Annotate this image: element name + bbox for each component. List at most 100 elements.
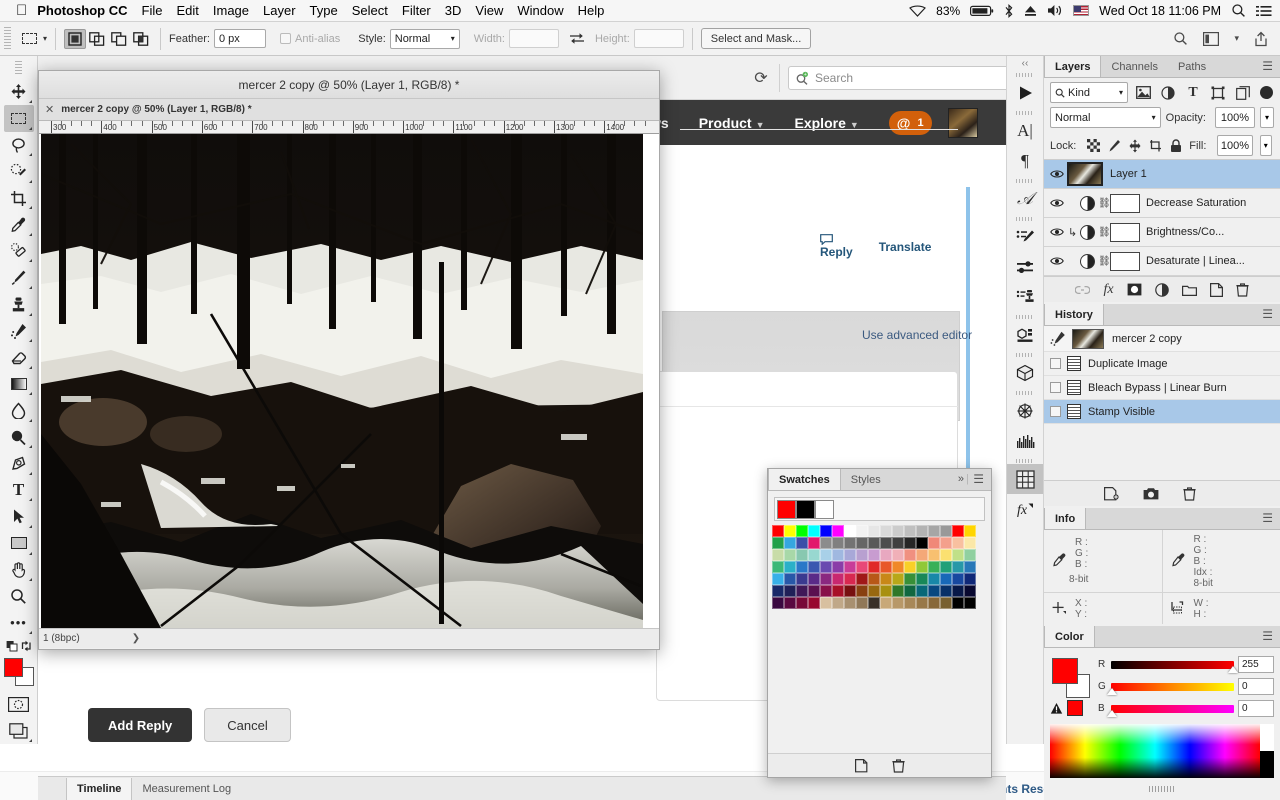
menu-window[interactable]: Window xyxy=(517,3,563,18)
tab-info[interactable]: Info xyxy=(1044,508,1087,529)
lasso-tool[interactable] xyxy=(4,132,34,159)
color-swatch[interactable] xyxy=(808,525,820,537)
eye-icon[interactable] xyxy=(1050,169,1068,179)
styles-panel-icon[interactable]: fx xyxy=(1007,494,1043,524)
height-input[interactable] xyxy=(633,29,684,48)
options-bar-grip[interactable] xyxy=(4,26,11,51)
spotlight-search-icon[interactable] xyxy=(1231,3,1246,18)
panel-menu-icon[interactable]: ☰ xyxy=(1262,630,1273,642)
new-layer-icon[interactable] xyxy=(1209,282,1223,297)
tab-styles[interactable]: Styles xyxy=(841,469,891,490)
out-of-gamut-icon[interactable] xyxy=(1050,702,1063,715)
color-swatch[interactable] xyxy=(892,537,904,549)
color-swatch[interactable] xyxy=(844,573,856,585)
move-tool[interactable] xyxy=(4,79,34,106)
color-swatch[interactable] xyxy=(928,585,940,597)
blur-tool[interactable] xyxy=(4,397,34,424)
color-swatch[interactable] xyxy=(952,561,964,573)
color-swatch[interactable] xyxy=(832,525,844,537)
layer-name[interactable]: Desaturate | Linea... xyxy=(1146,255,1245,267)
color-swatch[interactable] xyxy=(916,573,928,585)
channel-slider-b[interactable] xyxy=(1111,704,1234,713)
filter-toggle-icon[interactable] xyxy=(1260,86,1273,99)
clone-source-icon[interactable] xyxy=(1007,282,1043,312)
eject-icon[interactable] xyxy=(1024,5,1037,17)
feather-input[interactable]: 0 px xyxy=(213,29,266,48)
color-swatch[interactable] xyxy=(892,561,904,573)
eye-icon[interactable] xyxy=(1050,198,1068,208)
color-swatch[interactable] xyxy=(784,573,796,585)
new-swatch-icon[interactable] xyxy=(854,758,870,773)
menubar-datetime[interactable]: Wed Oct 18 11:06 PM xyxy=(1099,4,1221,18)
history-state-1[interactable]: Bleach Bypass | Linear Burn xyxy=(1044,376,1280,400)
channel-value-g[interactable]: 0 xyxy=(1238,678,1274,695)
color-swatch[interactable] xyxy=(880,597,892,609)
color-swatch[interactable] xyxy=(916,561,928,573)
tab-paths[interactable]: Paths xyxy=(1168,56,1216,77)
menu-3d[interactable]: 3D xyxy=(445,3,462,18)
color-swatch[interactable] xyxy=(940,561,952,573)
apple-icon[interactable]:  xyxy=(16,3,27,18)
select-and-mask-button[interactable]: Select and Mask... xyxy=(700,28,812,49)
anti-alias-checkbox[interactable] xyxy=(279,33,291,44)
color-swatch[interactable] xyxy=(904,525,916,537)
zoom-tool[interactable] xyxy=(4,583,34,610)
menu-filter[interactable]: Filter xyxy=(402,3,431,18)
color-swatch[interactable] xyxy=(916,597,928,609)
color-swatch[interactable] xyxy=(964,549,976,561)
color-swatch[interactable] xyxy=(772,537,784,549)
link-mask-icon[interactable]: ⛓ xyxy=(1098,227,1111,238)
color-swatch[interactable] xyxy=(772,549,784,561)
chevron-down-icon[interactable]: ▾ xyxy=(1234,33,1239,44)
color-swatch[interactable] xyxy=(832,537,844,549)
color-swatch[interactable] xyxy=(820,549,832,561)
more-tools[interactable]: ••• xyxy=(4,610,34,637)
panel-menu-icon[interactable]: ☰ xyxy=(1262,512,1273,524)
color-swatch[interactable] xyxy=(796,549,808,561)
swap-icon[interactable] xyxy=(569,32,585,45)
history-state-checkbox[interactable] xyxy=(1050,382,1061,393)
pixel-filter-icon[interactable] xyxy=(1133,83,1153,103)
new-selection-button[interactable] xyxy=(64,28,87,49)
color-swatch[interactable] xyxy=(952,525,964,537)
lock-position-icon[interactable] xyxy=(1128,139,1142,153)
history-state-checkbox[interactable] xyxy=(1050,406,1061,417)
color-swatch[interactable] xyxy=(904,597,916,609)
lock-artboard-icon[interactable] xyxy=(1149,139,1163,153)
dock-group-grip[interactable] xyxy=(1016,179,1034,183)
menu-layer[interactable]: Layer xyxy=(263,3,296,18)
color-swatch[interactable] xyxy=(796,561,808,573)
color-swatch[interactable] xyxy=(856,549,868,561)
brush-settings-icon[interactable] xyxy=(1007,222,1043,252)
type-filter-icon[interactable]: T xyxy=(1183,83,1203,103)
color-swatch[interactable] xyxy=(880,585,892,597)
color-swatch[interactable] xyxy=(808,561,820,573)
smartobject-filter-icon[interactable] xyxy=(1233,83,1253,103)
color-swatch[interactable] xyxy=(904,585,916,597)
canvas-image[interactable] xyxy=(41,134,643,628)
color-swatch[interactable] xyxy=(892,549,904,561)
color-foreground-swatch[interactable] xyxy=(1052,658,1078,684)
color-swatch[interactable] xyxy=(904,537,916,549)
collapse-panels-icon[interactable]: ‹‹ xyxy=(1007,56,1043,70)
subtract-from-selection-button[interactable] xyxy=(108,29,130,49)
color-swatch[interactable] xyxy=(964,561,976,573)
color-swatch[interactable] xyxy=(880,549,892,561)
canvas-area[interactable] xyxy=(39,134,659,628)
timeline-play-icon[interactable] xyxy=(1007,78,1043,108)
screen-mode-icon[interactable] xyxy=(4,717,34,744)
hand-tool[interactable] xyxy=(4,557,34,584)
path-selection-tool[interactable] xyxy=(4,503,34,530)
swatches-grid[interactable] xyxy=(768,525,991,609)
adjustment-layer-thumbnail[interactable] xyxy=(1080,224,1095,240)
color-swatch[interactable] xyxy=(904,573,916,585)
color-swatch[interactable] xyxy=(832,573,844,585)
swatches-panel[interactable]: Swatches Styles ☰ » | xyxy=(767,468,992,778)
menu-view[interactable]: View xyxy=(475,3,503,18)
type-tool[interactable]: T xyxy=(4,477,34,504)
color-swatch[interactable] xyxy=(808,597,820,609)
color-swatch[interactable] xyxy=(868,549,880,561)
opacity-stepper-chevron[interactable]: ▾ xyxy=(1260,107,1274,128)
color-swatch[interactable] xyxy=(844,525,856,537)
channel-slider-r[interactable] xyxy=(1111,660,1234,669)
